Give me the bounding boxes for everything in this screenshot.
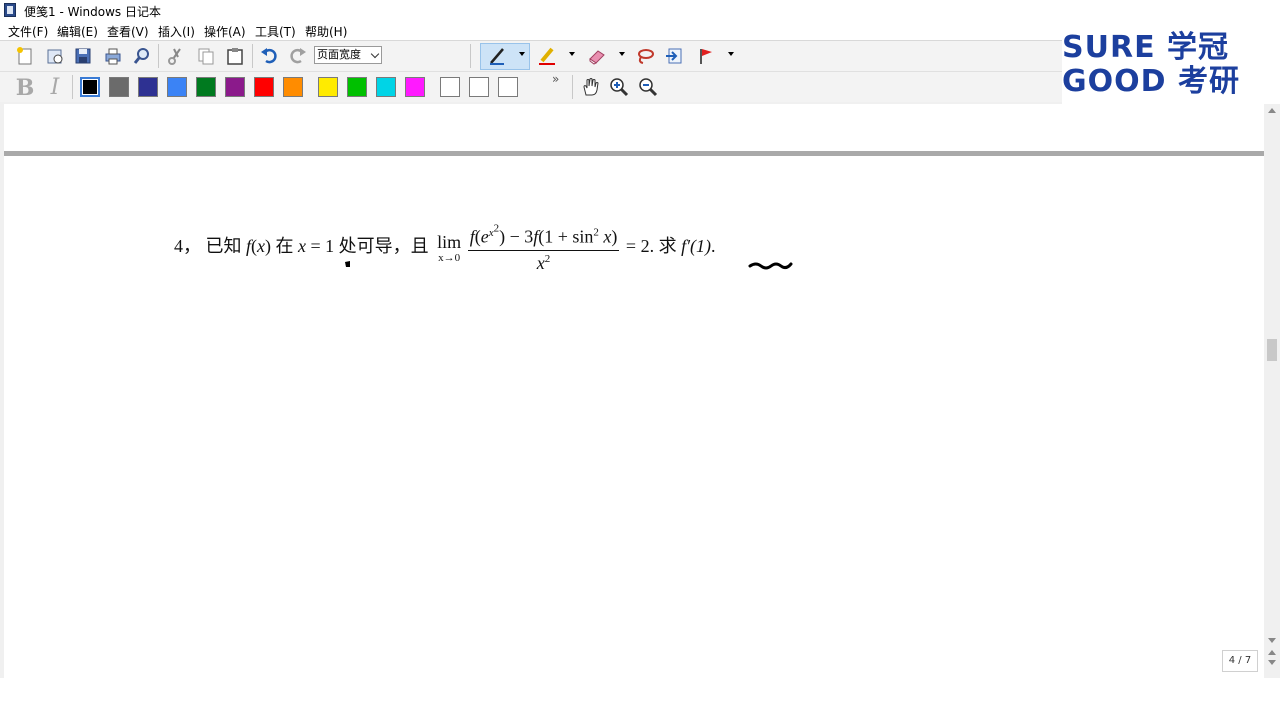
color-swatch[interactable] — [167, 77, 187, 97]
text-segment: 处可导，且 — [338, 235, 429, 256]
zoom-in-icon[interactable] — [607, 75, 631, 99]
toolbar-separator — [572, 75, 573, 99]
color-swatch[interactable] — [254, 77, 274, 97]
hand-icon[interactable] — [578, 75, 602, 99]
target-expression: f′(1) — [681, 235, 712, 256]
text-segment: 在 — [275, 235, 294, 256]
color-swatch[interactable] — [405, 77, 425, 97]
color-swatch[interactable] — [109, 77, 129, 97]
lim-word: lim — [437, 232, 462, 253]
toolbar-separator — [470, 44, 471, 68]
zoom-value: 页面宽度 — [317, 48, 361, 61]
limit-operator: lim x→0 — [437, 232, 462, 265]
page-break — [4, 151, 1264, 156]
toolbar-separator — [72, 75, 73, 99]
cut-icon[interactable] — [164, 44, 188, 68]
title-bar: 便笺1 - Windows 日记本 — [0, 0, 1280, 20]
note-page[interactable]: 4， 已知 f(x) 在 x = 1 处可导，且 lim x→0 f(ex2) … — [4, 104, 1264, 678]
scrollbar-thumb[interactable] — [1267, 339, 1277, 361]
color-swatch[interactable] — [347, 77, 367, 97]
problem-statement: 4， 已知 f(x) 在 x = 1 处可导，且 lim x→0 f(ex2) … — [174, 222, 716, 274]
pen-icon[interactable] — [485, 44, 509, 68]
menu-file[interactable]: 文件(F) — [8, 23, 48, 40]
open-icon[interactable] — [43, 44, 67, 68]
color-swatch[interactable] — [196, 77, 216, 97]
vertical-scrollbar[interactable] — [1265, 104, 1280, 678]
format-toolbar: B I — [0, 72, 1062, 102]
copy-icon[interactable] — [194, 44, 218, 68]
flag-dropdown-arrow[interactable] — [728, 52, 734, 56]
eraser-icon[interactable] — [585, 44, 609, 68]
scroll-up-icon[interactable] — [1268, 108, 1276, 113]
undo-icon[interactable] — [257, 44, 281, 68]
prev-page-icon[interactable] — [1268, 650, 1276, 655]
paste-icon[interactable] — [223, 44, 247, 68]
bold-button[interactable]: B — [13, 75, 37, 101]
equals-value: = 2. — [625, 235, 655, 256]
menu-insert[interactable]: 插入(I) — [158, 23, 195, 40]
next-page-icon[interactable] — [1268, 660, 1276, 665]
eraser-dropdown-arrow[interactable] — [619, 52, 625, 56]
zoom-out-icon[interactable] — [636, 75, 660, 99]
limit-fraction: f(ex2) − 3f(1 + sin2 x) x2 — [467, 222, 620, 274]
color-swatch[interactable] — [225, 77, 245, 97]
chevron-down-icon — [370, 49, 380, 59]
color-swatch[interactable] — [469, 77, 489, 97]
lasso-icon[interactable] — [633, 44, 657, 68]
journal-app-icon — [4, 3, 16, 17]
color-swatch[interactable] — [498, 77, 518, 97]
ink-annotations — [345, 261, 793, 270]
color-swatch[interactable] — [318, 77, 338, 97]
ink-wavy-underline — [748, 262, 793, 270]
toolbar-separator — [252, 44, 253, 68]
page-indicator: 4 / 7 — [1222, 650, 1258, 672]
color-swatch[interactable] — [376, 77, 396, 97]
scroll-down-icon[interactable] — [1268, 638, 1276, 643]
standard-toolbar: 页面宽度 — [0, 41, 1062, 72]
print-icon[interactable] — [101, 44, 125, 68]
zoom-dropdown[interactable]: 页面宽度 — [314, 46, 382, 64]
text-segment: . — [711, 235, 716, 256]
text-segment: 求 — [658, 235, 677, 256]
toolbar-separator — [158, 44, 159, 68]
color-swatch[interactable] — [80, 77, 100, 97]
menu-view[interactable]: 查看(V) — [107, 23, 149, 40]
menu-tools[interactable]: 工具(T) — [255, 23, 296, 40]
save-icon[interactable] — [71, 44, 95, 68]
menu-actions[interactable]: 操作(A) — [204, 23, 246, 40]
window-title: 便笺1 - Windows 日记本 — [24, 5, 161, 19]
menu-edit[interactable]: 编辑(E) — [57, 23, 98, 40]
italic-button[interactable]: I — [43, 75, 67, 100]
logo-line-2: GOOD 考研 — [1062, 64, 1240, 99]
brand-logo: SURE 学冠 GOOD 考研 — [1062, 20, 1280, 104]
color-swatch[interactable] — [440, 77, 460, 97]
highlighter-dropdown-arrow[interactable] — [569, 52, 575, 56]
insert-space-icon[interactable] — [662, 44, 686, 68]
new-note-icon[interactable] — [13, 44, 37, 68]
fraction-denominator: x2 — [536, 252, 551, 273]
color-swatch[interactable] — [283, 77, 303, 97]
menu-help[interactable]: 帮助(H) — [305, 23, 347, 40]
lim-subscript: x→0 — [438, 252, 461, 265]
search-icon[interactable] — [130, 44, 154, 68]
color-swatch[interactable] — [138, 77, 158, 97]
text-segment: 已知 — [205, 235, 242, 256]
problem-number: 4， — [174, 235, 201, 256]
pen-dropdown-arrow[interactable] — [519, 52, 525, 56]
fraction-numerator: f(ex2) − 3f(1 + sin2 x) — [467, 222, 620, 251]
bottom-strip — [0, 678, 1280, 720]
toolbar-overflow-chevron[interactable]: » — [552, 72, 559, 86]
redo-icon[interactable] — [286, 44, 310, 68]
flag-icon[interactable] — [694, 44, 718, 68]
highlighter-icon[interactable] — [535, 44, 559, 68]
